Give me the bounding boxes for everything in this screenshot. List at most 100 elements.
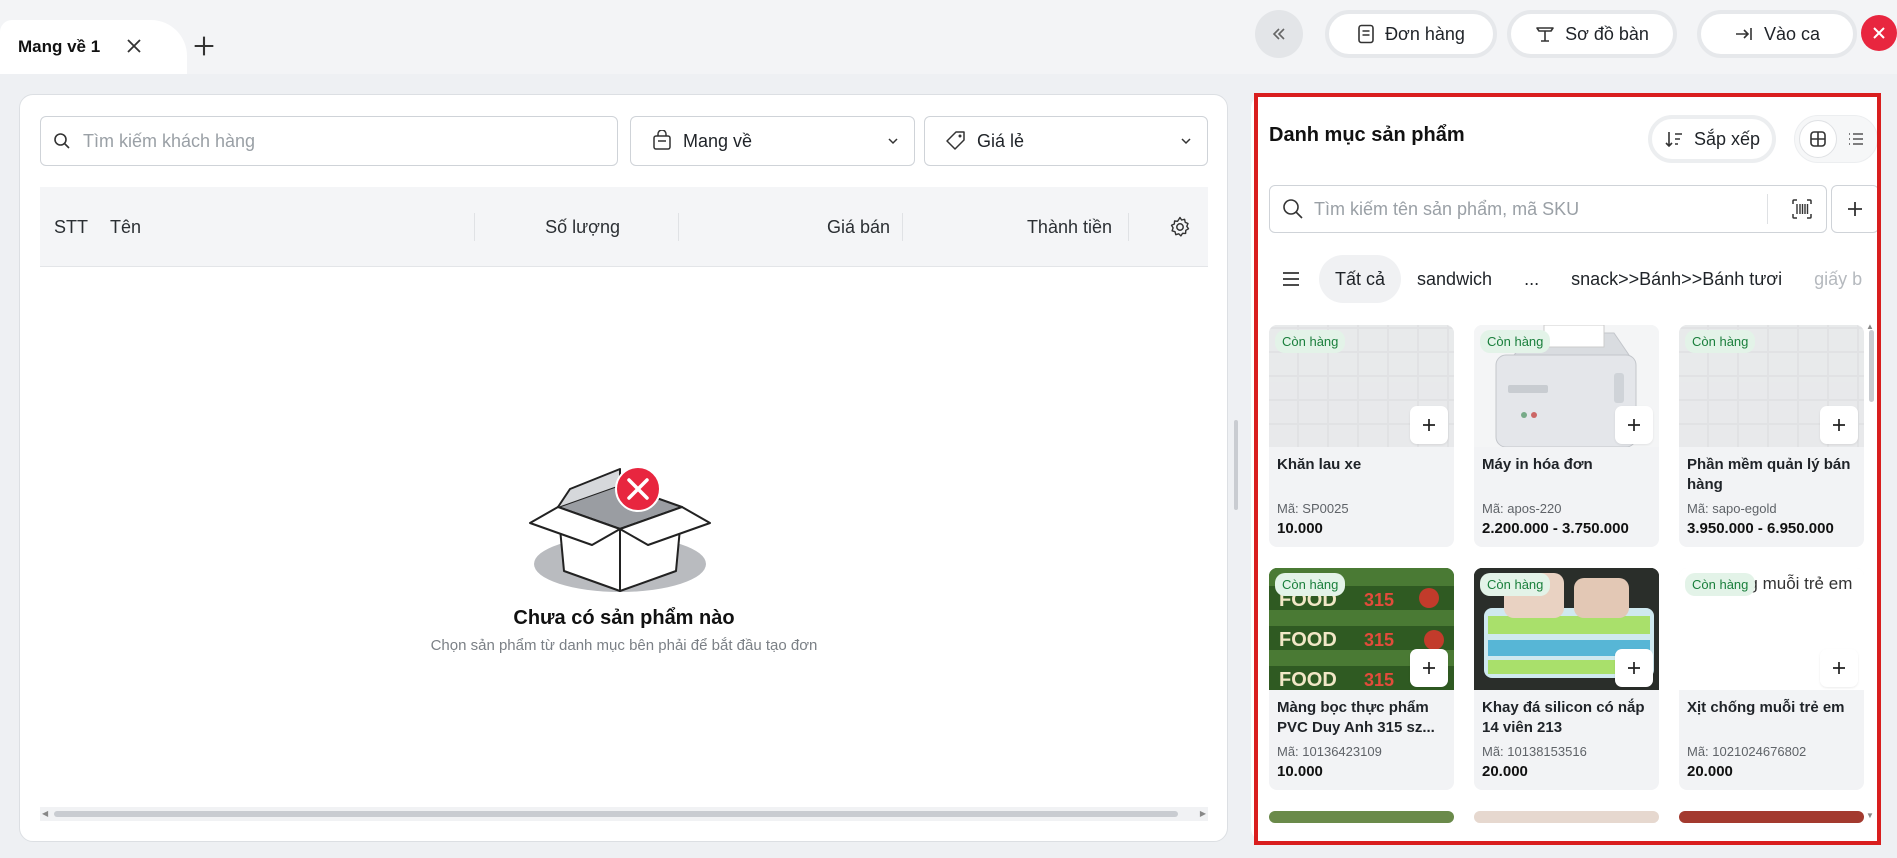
scroll-up-arrow-icon[interactable]: ▲ bbox=[1866, 322, 1874, 331]
category-chip[interactable]: giấy b bbox=[1798, 255, 1878, 303]
stock-badge: Còn hàng bbox=[1275, 330, 1346, 353]
stock-badge: Còn hàng bbox=[1275, 573, 1346, 596]
category-chip[interactable]: sandwich bbox=[1401, 255, 1508, 303]
catalog-scrollbar-thumb[interactable] bbox=[1869, 330, 1874, 402]
product-card[interactable]: Xịt chống muỗi trẻ em Còn hàng Xịt chống… bbox=[1679, 568, 1864, 790]
delivery-type-value: Mang về bbox=[683, 130, 753, 151]
order-table-header: STT Tên Số lượng Giá bán Thành tiền bbox=[40, 187, 1208, 267]
product-price: 2.200.000 - 3.750.000 bbox=[1482, 520, 1629, 537]
barcode-scan-icon bbox=[1792, 199, 1812, 219]
orders-button[interactable]: Đơn hàng bbox=[1325, 10, 1497, 58]
table-icon bbox=[1536, 27, 1554, 42]
product-card[interactable]: FOOD 315 FOOD 315 FOOD 315 Còn hàng Màng… bbox=[1269, 568, 1454, 790]
order-tab[interactable]: Mang về 1 bbox=[0, 20, 187, 74]
close-tab-icon[interactable] bbox=[122, 34, 146, 58]
sort-icon bbox=[1665, 132, 1682, 148]
delivery-bag-icon bbox=[653, 130, 671, 150]
view-toggle bbox=[1794, 115, 1878, 163]
category-chip-all[interactable]: Tất cả bbox=[1319, 255, 1402, 303]
empty-state-subtitle: Chọn sản phẩm từ danh mục bên phải để bắ… bbox=[430, 637, 818, 654]
product-price: 3.950.000 - 6.950.000 bbox=[1687, 520, 1834, 537]
product-card-partial[interactable] bbox=[1269, 811, 1454, 823]
plus-icon bbox=[1423, 662, 1435, 674]
category-chip[interactable]: ... bbox=[1508, 255, 1555, 303]
search-divider bbox=[1767, 194, 1768, 224]
add-to-order-button[interactable] bbox=[1410, 406, 1448, 444]
hamburger-icon bbox=[1283, 272, 1299, 286]
product-name: Khay đá silicon có nắp 14 viên 213 bbox=[1482, 699, 1645, 736]
sort-button-label: Sắp xếp bbox=[1693, 128, 1761, 149]
table-map-button[interactable]: Sơ đồ bàn bbox=[1507, 10, 1677, 58]
price-list-value: Giá lẻ bbox=[977, 130, 1025, 151]
customer-search[interactable] bbox=[40, 116, 618, 166]
column-name: Tên bbox=[110, 216, 142, 237]
start-shift-button[interactable]: Vào ca bbox=[1697, 10, 1857, 58]
catalog-title: Danh mục sản phẩm bbox=[1269, 124, 1465, 146]
plus-icon bbox=[1423, 419, 1435, 431]
customer-search-input[interactable] bbox=[83, 130, 617, 152]
product-card-partial[interactable] bbox=[1679, 811, 1864, 823]
delivery-type-select[interactable]: Mang về bbox=[630, 116, 915, 166]
close-app-button[interactable] bbox=[1861, 15, 1897, 51]
product-image bbox=[1269, 811, 1454, 823]
collapse-button[interactable] bbox=[1255, 10, 1303, 58]
stock-badge: Còn hàng bbox=[1685, 330, 1756, 353]
plus-icon bbox=[1833, 419, 1845, 431]
product-image bbox=[1474, 811, 1659, 823]
product-card[interactable]: Còn hàng Phần mềm quản lý bán hàng Mã: s… bbox=[1679, 325, 1864, 547]
product-card[interactable]: Còn hàng Khăn lau xe Mã: SP0025 10.000 bbox=[1269, 325, 1454, 547]
order-panel: Mang về Giá lẻ STT Tên Số lượng Giá bán … bbox=[19, 94, 1228, 842]
enter-icon bbox=[1735, 28, 1752, 40]
orders-button-label: Đơn hàng bbox=[1385, 23, 1465, 44]
product-search[interactable] bbox=[1269, 185, 1827, 233]
add-to-order-button[interactable] bbox=[1820, 649, 1858, 687]
top-bar: Mang về 1 Đơn hàng Sơ đồ bàn Vào ca bbox=[0, 0, 1897, 74]
svg-text:FOOD: FOOD bbox=[1279, 669, 1337, 690]
product-name: Khăn lau xe bbox=[1277, 456, 1362, 473]
table-map-button-label: Sơ đồ bàn bbox=[1565, 23, 1649, 44]
svg-text:FOOD: FOOD bbox=[1279, 629, 1337, 651]
price-list-select[interactable]: Giá lẻ bbox=[924, 116, 1208, 166]
scroll-left-arrow-icon[interactable]: ◀ bbox=[42, 809, 48, 818]
product-card[interactable]: Còn hàng Khay đá silicon có nắp 14 viên … bbox=[1474, 568, 1659, 790]
gear-icon[interactable] bbox=[1168, 215, 1192, 239]
double-chevron-left-icon bbox=[1272, 28, 1285, 40]
product-image bbox=[1679, 811, 1864, 823]
add-tab-icon[interactable] bbox=[190, 32, 218, 60]
start-shift-button-label: Vào ca bbox=[1763, 23, 1821, 44]
category-chip[interactable]: snack>>Bánh>>Bánh tươi bbox=[1555, 255, 1798, 303]
panel-resize-handle[interactable] bbox=[1234, 420, 1238, 510]
product-name: Phần mềm quản lý bán hàng bbox=[1687, 456, 1851, 493]
add-to-order-button[interactable] bbox=[1615, 406, 1653, 444]
horizontal-scrollbar[interactable]: ◀ ▶ bbox=[40, 807, 1208, 821]
scrollbar-thumb[interactable] bbox=[54, 811, 1178, 817]
list-view-button[interactable] bbox=[1837, 120, 1875, 158]
product-card[interactable]: Còn hàng Máy in hóa đơn Mã: apos-220 2.2… bbox=[1474, 325, 1659, 547]
product-card-partial[interactable] bbox=[1474, 811, 1659, 823]
barcode-scan-button[interactable] bbox=[1778, 197, 1826, 221]
scroll-right-arrow-icon[interactable]: ▶ bbox=[1200, 809, 1206, 818]
add-to-order-button[interactable] bbox=[1615, 649, 1653, 687]
product-price: 10.000 bbox=[1277, 520, 1323, 537]
grid-icon bbox=[1810, 131, 1826, 147]
category-filter-row: Tất cả sandwich ... snack>>Bánh>>Bánh tư… bbox=[1269, 254, 1878, 304]
category-menu-button[interactable] bbox=[1269, 257, 1313, 301]
add-to-order-button[interactable] bbox=[1820, 406, 1858, 444]
scroll-down-arrow-icon[interactable]: ▼ bbox=[1866, 811, 1874, 820]
column-divider bbox=[1128, 213, 1129, 241]
sort-button[interactable]: Sắp xếp bbox=[1648, 115, 1776, 163]
add-product-button[interactable] bbox=[1831, 185, 1878, 233]
plus-icon bbox=[1628, 662, 1640, 674]
add-to-order-button[interactable] bbox=[1410, 649, 1448, 687]
product-price: 20.000 bbox=[1482, 763, 1528, 780]
grid-view-button[interactable] bbox=[1799, 120, 1837, 158]
stock-badge: Còn hàng bbox=[1685, 573, 1756, 596]
product-sku: Mã: apos-220 bbox=[1482, 501, 1562, 516]
product-sku: Mã: 1021024676802 bbox=[1687, 744, 1807, 759]
product-search-input[interactable] bbox=[1314, 198, 1757, 220]
product-sku: Mã: 10138153516 bbox=[1482, 744, 1587, 759]
order-tab-label: Mang về 1 bbox=[18, 37, 101, 56]
close-icon bbox=[1873, 27, 1885, 39]
search-icon bbox=[54, 133, 70, 149]
product-sku: Mã: SP0025 bbox=[1277, 501, 1349, 516]
